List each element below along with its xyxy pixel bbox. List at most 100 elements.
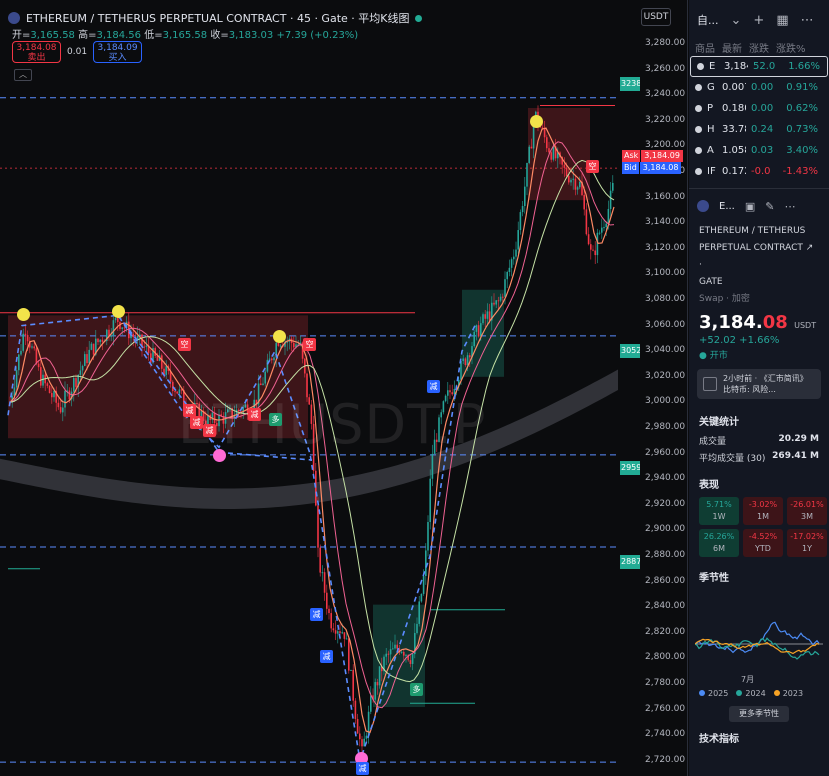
watchlist-row[interactable]: A 1.058 0.03 3.40% — [689, 140, 829, 161]
price-axis-label: 3,020.00 — [645, 370, 686, 381]
candle-body — [359, 733, 361, 740]
candle-body — [110, 335, 112, 337]
candle-body — [117, 318, 119, 322]
table-view-icon[interactable]: ▦ — [776, 13, 788, 28]
performance-cell[interactable]: 5.71% 1W — [699, 497, 739, 525]
reduce-marker: 减 — [190, 416, 203, 429]
candle-body — [603, 227, 605, 229]
watchlist-row[interactable]: G 0.007 0.00 0.91% — [689, 77, 829, 98]
watchlist-title[interactable]: 自... — [697, 12, 719, 28]
spread-value: 0.01 — [67, 47, 88, 57]
candle-body — [565, 167, 568, 177]
performance-cell[interactable]: -26.01% 3M — [787, 497, 827, 525]
candle-body — [64, 390, 66, 408]
symbol-icon — [695, 147, 702, 154]
candle-body — [40, 367, 42, 386]
candle-body — [112, 320, 115, 336]
symbol-type: Swap · 加密 — [699, 294, 750, 304]
stat-row: 成交量 20.29 M — [699, 434, 819, 447]
legend-item: 2025 — [699, 689, 728, 698]
more-icon[interactable]: ⋯ — [784, 200, 795, 213]
candle-body — [332, 628, 335, 631]
season-line-2024 — [694, 637, 820, 660]
candle-body — [592, 249, 594, 251]
candle-body — [73, 378, 75, 392]
sell-signal-marker: 空 — [303, 338, 316, 351]
more-icon[interactable]: ⋯ — [801, 13, 814, 28]
candle-body — [348, 638, 350, 671]
right-panel: 自... ⌄ + ▦ ⋯ 商品 最新 涨跌 涨跌% E 3,184 52.0 1… — [689, 0, 829, 776]
swing-high-marker — [112, 305, 125, 318]
candle-body — [266, 359, 269, 372]
price-axis-label: 3,120.00 — [645, 242, 686, 253]
candle-body — [22, 333, 24, 351]
price-axis[interactable]: 3,280.00 3,260.00 3,240.00 3,220.00 3,200.00… — [619, 0, 687, 776]
swing-low-marker — [213, 449, 226, 462]
price-axis-label: 2,960.00 — [645, 447, 686, 458]
detail-symbol[interactable]: E... — [719, 201, 735, 212]
performance-cell[interactable]: 26.26% 6M — [699, 529, 739, 557]
chevron-down-icon[interactable]: ⌄ — [731, 13, 742, 28]
candle-body — [334, 630, 337, 634]
candle-body — [319, 547, 321, 573]
news-icon — [703, 377, 717, 391]
price-axis-label: 2,820.00 — [645, 626, 686, 637]
performance-cell[interactable]: -3.02% 1M — [743, 497, 783, 525]
candle-body — [502, 296, 504, 298]
candle-body — [513, 256, 515, 260]
seasonality-legend: 2025 2024 2023 — [689, 687, 829, 700]
seasonality-chart[interactable]: 7月 — [694, 592, 823, 684]
chart-area[interactable]: ETHUSDT.P ETHEREUM / TETHERUS PERPETUAL … — [0, 0, 688, 776]
candle-body — [519, 212, 522, 231]
candle-body — [517, 230, 519, 250]
symbol-full-name: ETHEREUM / TETHERUS PERPETUAL CONTRACT ↗… — [699, 226, 814, 287]
reduce-marker: 减 — [203, 424, 216, 437]
candle-body — [427, 522, 429, 551]
candle-body — [473, 331, 475, 347]
candle-body — [420, 593, 423, 602]
candle-body — [530, 146, 533, 149]
price-axis-label: 3,100.00 — [645, 268, 686, 279]
more-seasonality-button[interactable]: 更多季节性 — [729, 706, 789, 722]
candle-body — [57, 402, 60, 408]
candle-body — [499, 296, 502, 301]
chart-title[interactable]: ETHEREUM / TETHERUS PERPETUAL CONTRACT ·… — [26, 10, 409, 26]
performance-cell[interactable]: -17.02% 1Y — [787, 529, 827, 557]
candle-body — [469, 355, 471, 358]
candle-body — [123, 327, 126, 329]
watchlist-row[interactable]: H 33.78 0.24 0.73% — [689, 119, 829, 140]
candle-body — [293, 342, 295, 348]
candle-body — [350, 669, 352, 671]
symbol-icon — [697, 63, 704, 70]
performance-cell[interactable]: -4.52% YTD — [743, 529, 783, 557]
watchlist-row[interactable]: E 3,184 52.0 1.66% — [690, 56, 828, 77]
candle-body — [370, 695, 372, 712]
buy-button[interactable]: 3,184.09 买入 — [93, 41, 143, 63]
market-open-icon — [415, 14, 423, 22]
candle-body — [552, 146, 555, 160]
news-item[interactable]: 2小时前 · 《汇市简讯》比特币: 风险... — [697, 369, 821, 399]
candle-body — [508, 267, 511, 272]
watchlist-row[interactable]: IF 0.172 -0.0 -1.43% — [689, 161, 829, 182]
sell-signal-marker: 空 — [178, 338, 191, 351]
candle-body — [317, 505, 319, 548]
level-tag: 3238 — [620, 77, 640, 91]
candle-body — [18, 354, 20, 371]
price-axis-label: 3,280.00 — [645, 38, 686, 48]
price-chart[interactable] — [0, 0, 688, 776]
price-change: +52.02 +1.66% — [699, 335, 780, 346]
candle-body — [31, 346, 33, 348]
sell-button[interactable]: 3,184.08 卖出 — [12, 41, 61, 63]
stat-row: 平均成交量 (30) 269.41 M — [699, 451, 819, 464]
candle-body — [260, 383, 262, 386]
add-symbol-icon[interactable]: + — [753, 13, 764, 28]
performance-grid: 5.71% 1W -3.02% 1M -26.01% 3M 26.26% 6M -4.52% YT… — [689, 495, 829, 559]
grid-icon[interactable]: ▣ — [745, 200, 755, 213]
symbol-icon — [695, 84, 702, 91]
candle-body — [563, 164, 566, 168]
watchlist-row[interactable]: P 0.180 0.00 0.62% — [689, 98, 829, 119]
candle-body — [431, 453, 434, 479]
collapse-legend-button[interactable]: ︿ — [14, 69, 32, 81]
candle-body — [20, 350, 22, 355]
edit-icon[interactable]: ✎ — [765, 200, 774, 213]
